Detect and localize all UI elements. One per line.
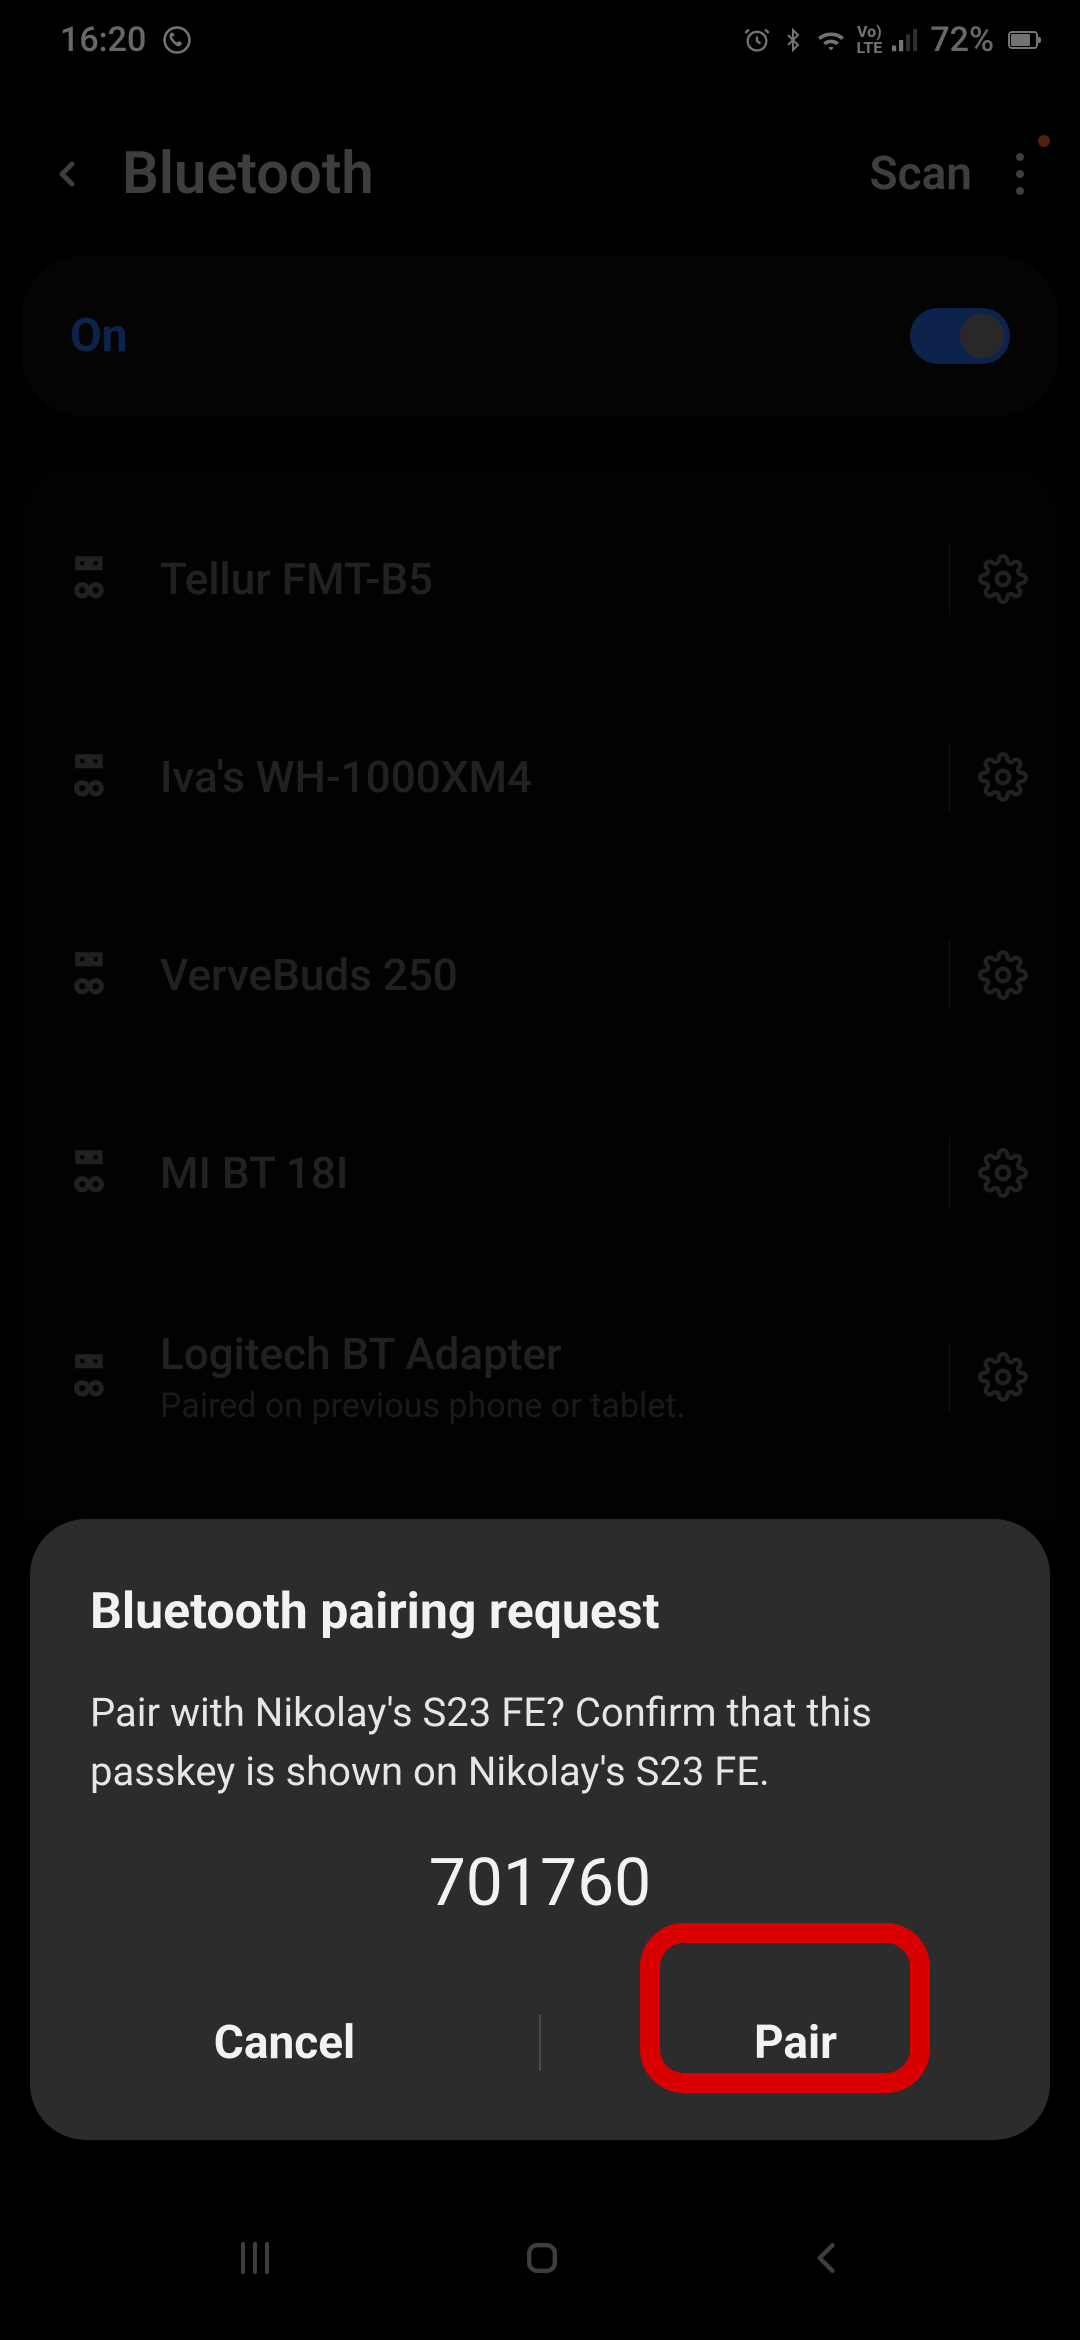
row-divider [949,940,950,1010]
nav-home-button[interactable] [520,2236,564,2280]
notification-dot [1038,135,1050,147]
bluetooth-toggle-row[interactable]: On [22,256,1058,416]
device-name: Logitech BT Adapter [160,1328,943,1380]
toggle-knob [960,314,1004,358]
device-list: Tellur FMT-B5 Iva's WH-1000XM4 VerveBuds… [22,470,1058,1522]
device-row[interactable]: MI BT 18I [22,1074,1058,1272]
wifi-icon [815,27,847,53]
status-bar: 16:20 Vo)LTE 72% [0,0,1080,80]
device-name: Iva's WH-1000XM4 [160,751,943,803]
status-left: 16:20 [60,20,192,60]
viber-icon [162,25,192,55]
device-settings-button[interactable] [978,752,1028,802]
bluetooth-toggle-switch[interactable] [910,308,1010,364]
device-category-icon [62,1146,116,1200]
nav-recents-button[interactable] [231,2234,279,2282]
row-divider [949,1138,950,1208]
device-row[interactable]: VerveBuds 250 [22,876,1058,1074]
scan-button[interactable]: Scan [870,147,972,201]
system-nav-bar [0,2200,1080,2340]
device-row[interactable]: Tellur FMT-B5 [22,480,1058,678]
bluetooth-icon [781,25,805,55]
device-category-icon [62,1350,116,1404]
cancel-button[interactable]: Cancel [30,1990,539,2096]
device-row[interactable]: Iva's WH-1000XM4 [22,678,1058,876]
dialog-passkey: 701760 [30,1845,1050,1978]
cell-signal-icon [892,28,920,52]
device-settings-button[interactable] [978,554,1028,604]
header: Bluetooth Scan [0,80,1080,256]
status-clock: 16:20 [60,20,146,60]
row-divider [949,1342,950,1412]
device-name: MI BT 18I [160,1147,943,1199]
device-category-icon [62,552,116,606]
row-divider [949,742,950,812]
device-category-icon [62,948,116,1002]
battery-icon [1008,31,1038,49]
alarm-icon [743,26,771,54]
device-settings-button[interactable] [978,1352,1028,1402]
device-row[interactable]: Logitech BT Adapter Paired on previous p… [22,1272,1058,1482]
status-right: Vo)LTE 72% [743,20,1038,60]
nav-back-button[interactable] [805,2236,849,2280]
more-options-button[interactable] [1000,147,1040,201]
page-title: Bluetooth [122,140,870,208]
row-divider [949,544,950,614]
dialog-body: Pair with Nikolay's S23 FE? Confirm that… [30,1641,1050,1845]
bluetooth-toggle-label: On [70,309,128,363]
battery-percent: 72% [930,20,994,60]
device-name: VerveBuds 250 [160,949,943,1001]
device-settings-button[interactable] [978,1148,1028,1198]
dialog-actions: Cancel Pair [30,1978,1050,2096]
pair-button[interactable]: Pair [541,1990,1050,2096]
back-button[interactable] [40,147,94,201]
device-name: Tellur FMT-B5 [160,553,943,605]
device-category-icon [62,750,116,804]
device-settings-button[interactable] [978,950,1028,1000]
kebab-icon [1016,153,1024,195]
dialog-title: Bluetooth pairing request [30,1583,1050,1641]
pairing-dialog: Bluetooth pairing request Pair with Niko… [30,1519,1050,2140]
device-subtext: Paired on previous phone or tablet. [160,1386,943,1426]
volte-icon: Vo)LTE [857,24,883,56]
